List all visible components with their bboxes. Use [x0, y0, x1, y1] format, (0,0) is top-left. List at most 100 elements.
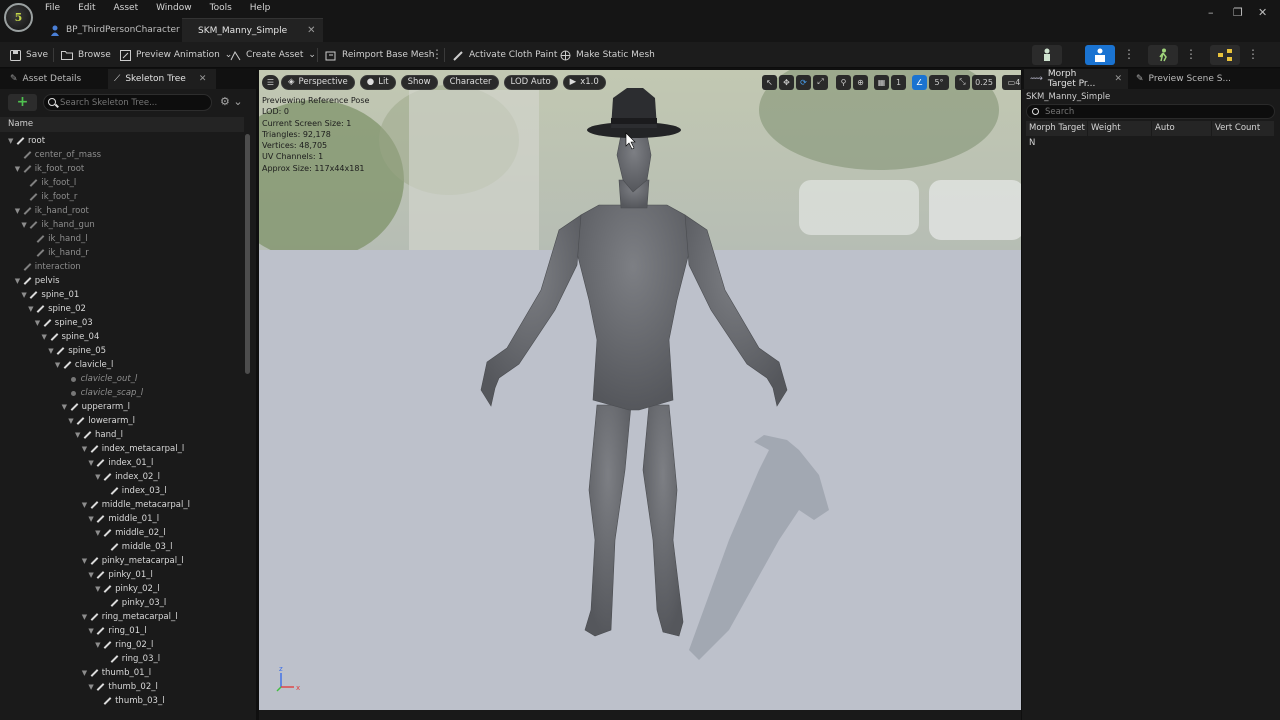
tree-row-center-of-mass[interactable]: center_of_mass: [15, 148, 101, 162]
reimport-base-mesh-button[interactable]: Reimport Base Mesh: [325, 47, 434, 63]
tree-settings-button[interactable]: ⚙ ⌄: [220, 95, 243, 108]
expand-arrow-icon[interactable]: ▼: [88, 456, 95, 470]
expand-arrow-icon[interactable]: ▼: [62, 400, 69, 414]
world-local-button[interactable]: ⊕: [853, 74, 868, 90]
scale-mode-button[interactable]: ⤢: [813, 74, 828, 90]
show-button[interactable]: Show: [400, 74, 438, 90]
grid-snap-button[interactable]: ▦: [874, 74, 889, 90]
select-mode-button[interactable]: ↖: [762, 74, 777, 90]
tree-row-hand-l[interactable]: ▼ hand_l: [75, 428, 123, 442]
tree-row-spine-03[interactable]: ▼ spine_03: [35, 316, 93, 330]
expand-arrow-icon[interactable]: ▼: [21, 218, 28, 232]
tree-row-upperarm-l[interactable]: ▼ upperarm_l: [62, 400, 130, 414]
make-static-mesh-button[interactable]: Make Static Mesh: [560, 47, 655, 63]
expand-arrow-icon[interactable]: ▼: [15, 162, 22, 176]
tree-row-thumb-02-l[interactable]: ▼ thumb_02_l: [88, 680, 157, 694]
tree-row-interaction[interactable]: interaction: [15, 260, 81, 274]
viewport-options-button[interactable]: ☰: [262, 74, 279, 90]
tree-row-ik-foot-r[interactable]: ik_foot_r: [21, 190, 77, 204]
expand-arrow-icon[interactable]: ▼: [15, 274, 22, 288]
save-button[interactable]: Save: [10, 47, 48, 63]
tree-row-ring-02-l[interactable]: ▼ ring_02_l: [95, 638, 153, 652]
tree-row-middle-metacarpal-l[interactable]: ▼ middle_metacarpal_l: [82, 498, 190, 512]
tree-row-middle-01-l[interactable]: ▼ middle_01_l: [88, 512, 159, 526]
rotation-snap-value-button[interactable]: 5°: [929, 74, 949, 90]
tree-row-pinky-01-l[interactable]: ▼ pinky_01_l: [88, 568, 152, 582]
column-auto[interactable]: Auto: [1152, 121, 1212, 136]
tree-row-index-metacarpal-l[interactable]: ▼ index_metacarpal_l: [82, 442, 185, 456]
unreal-logo-icon[interactable]: 5: [4, 3, 33, 32]
animation-mode-button[interactable]: [1148, 45, 1178, 65]
close-tab-icon[interactable]: ✕: [307, 25, 315, 36]
name-column-header[interactable]: Name: [0, 117, 244, 132]
tab-skm-manny-simple[interactable]: SKM_Manny_Simple ✕: [182, 18, 323, 42]
tree-row-index-03-l[interactable]: index_03_l: [102, 484, 167, 498]
browse-button[interactable]: Browse: [61, 47, 111, 63]
tree-row-clavicle-scap-l[interactable]: clavicle_scap_l: [62, 386, 143, 400]
tab-preview-scene-settings[interactable]: ✎ Preview Scene S...: [1130, 69, 1237, 89]
close-tab-icon[interactable]: ✕: [1114, 74, 1122, 84]
expand-arrow-icon[interactable]: ▼: [82, 610, 89, 624]
tree-row-thumb-01-l[interactable]: ▼ thumb_01_l: [82, 666, 151, 680]
expand-arrow-icon[interactable]: ▼: [15, 204, 22, 218]
add-socket-button[interactable]: +: [8, 94, 37, 111]
lod-button[interactable]: LOD Auto: [503, 74, 558, 90]
menu-help[interactable]: Help: [241, 3, 280, 13]
tree-row-ring-metacarpal-l[interactable]: ▼ ring_metacarpal_l: [82, 610, 178, 624]
tree-row-index-02-l[interactable]: ▼ index_02_l: [95, 470, 160, 484]
translate-mode-button[interactable]: ✥: [779, 74, 794, 90]
column-vert-count[interactable]: Vert Count: [1212, 121, 1275, 136]
blueprint-mode-button[interactable]: [1210, 45, 1240, 65]
expand-arrow-icon[interactable]: ▼: [42, 330, 49, 344]
blueprint-options-icon[interactable]: ⋮: [1247, 48, 1259, 60]
preview-animation-dropdown[interactable]: Preview Animation ⌄: [120, 47, 232, 63]
expand-arrow-icon[interactable]: ▼: [28, 302, 35, 316]
tree-row-middle-03-l[interactable]: middle_03_l: [102, 540, 173, 554]
animation-options-icon[interactable]: ⋮: [1185, 48, 1197, 60]
rotation-snap-button[interactable]: ∠: [912, 74, 927, 90]
expand-arrow-icon[interactable]: ▼: [95, 526, 102, 540]
menu-asset[interactable]: Asset: [105, 3, 148, 13]
tree-row-spine-05[interactable]: ▼ spine_05: [48, 344, 106, 358]
tree-row-index-01-l[interactable]: ▼ index_01_l: [88, 456, 153, 470]
tree-row-pinky-03-l[interactable]: pinky_03_l: [102, 596, 166, 610]
tree-row-ring-01-l[interactable]: ▼ ring_01_l: [88, 624, 146, 638]
morph-search-box[interactable]: [1026, 104, 1275, 119]
tab-skeleton-tree[interactable]: ⟋ Skeleton Tree ✕: [108, 69, 216, 89]
tree-row-ik-hand-l[interactable]: ik_hand_l: [28, 232, 88, 246]
expand-arrow-icon[interactable]: ▼: [88, 680, 95, 694]
mesh-mode-button[interactable]: [1085, 45, 1115, 65]
tree-row-pinky-02-l[interactable]: ▼ pinky_02_l: [95, 582, 159, 596]
character-button[interactable]: Character: [442, 74, 499, 90]
expand-arrow-icon[interactable]: ▼: [35, 316, 42, 330]
expand-arrow-icon[interactable]: ▼: [82, 554, 89, 568]
tab-morph-target-preview[interactable]: ⟿ Morph Target Pr... ✕: [1024, 69, 1128, 89]
column-weight[interactable]: Weight: [1088, 121, 1152, 136]
tree-row-root[interactable]: ▼ root: [8, 134, 45, 148]
expand-arrow-icon[interactable]: ▼: [21, 288, 28, 302]
tree-scrollbar[interactable]: [245, 134, 250, 374]
tree-row-ik-hand-r[interactable]: ik_hand_r: [28, 246, 89, 260]
menu-tools[interactable]: Tools: [201, 3, 241, 13]
menu-edit[interactable]: Edit: [69, 3, 104, 13]
tree-row-spine-04[interactable]: ▼ spine_04: [42, 330, 100, 344]
lit-button[interactable]: ● Lit: [359, 74, 396, 90]
tree-row-middle-02-l[interactable]: ▼ middle_02_l: [95, 526, 166, 540]
skeleton-search-input[interactable]: [60, 96, 208, 109]
surface-snap-button[interactable]: ⚲: [836, 74, 851, 90]
tree-row-thumb-03-l[interactable]: thumb_03_l: [95, 694, 164, 708]
menu-file[interactable]: File: [36, 3, 69, 13]
tab-bp-thirdpersoncharacter[interactable]: BP_ThirdPersonCharacter: [40, 18, 190, 42]
skeleton-search-box[interactable]: [43, 94, 212, 111]
tab-asset-details[interactable]: ✎ Asset Details: [4, 69, 87, 89]
grid-size-button[interactable]: 1: [891, 74, 906, 90]
tree-row-ik-hand-root[interactable]: ▼ ik_hand_root: [15, 204, 89, 218]
expand-arrow-icon[interactable]: ▼: [68, 414, 75, 428]
expand-arrow-icon[interactable]: ▼: [55, 358, 62, 372]
expand-arrow-icon[interactable]: ▼: [48, 344, 55, 358]
expand-arrow-icon[interactable]: ▼: [75, 428, 82, 442]
minimize-button[interactable]: –: [1208, 6, 1214, 19]
tree-row-ik-foot-l[interactable]: ik_foot_l: [21, 176, 76, 190]
tree-row-pelvis[interactable]: ▼ pelvis: [15, 274, 60, 288]
scale-snap-button[interactable]: ⤡: [955, 74, 970, 90]
